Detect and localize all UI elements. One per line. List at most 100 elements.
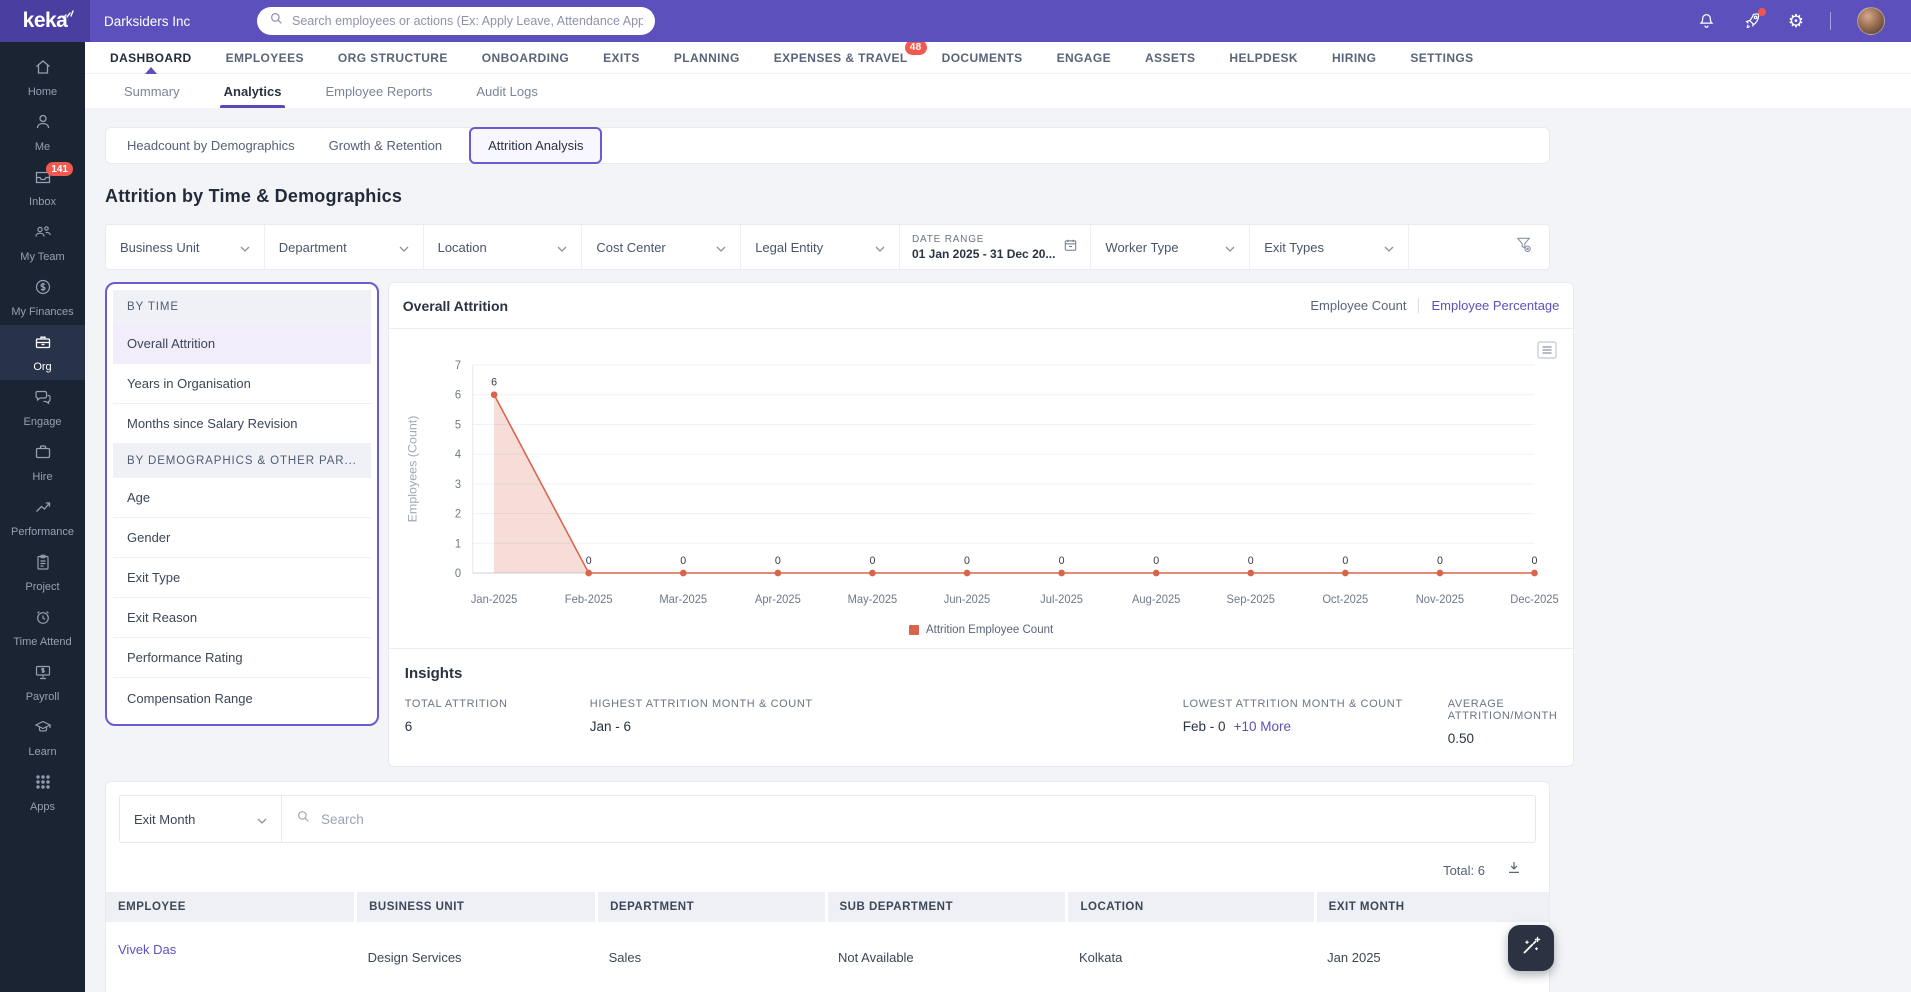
sidebar-item-time-attend[interactable]: Time Attend: [0, 600, 85, 655]
tab-growth-retention[interactable]: Growth & Retention: [312, 138, 459, 153]
sidebar-item-learn[interactable]: Learn: [0, 710, 85, 765]
sidebar-item-my-team[interactable]: My Team: [0, 215, 85, 270]
whats-new-rocket-icon[interactable]: [1742, 8, 1766, 31]
sidebar-item-me[interactable]: Me: [0, 105, 85, 160]
nav-engage[interactable]: ENGAGE: [1040, 42, 1128, 74]
employee-name-link[interactable]: Vivek Das: [106, 922, 356, 979]
toggle-employee-percentage[interactable]: Employee Percentage: [1431, 298, 1559, 313]
panel-item-exit-type[interactable]: Exit Type: [113, 558, 371, 598]
filter-department[interactable]: Department: [265, 225, 424, 269]
filter-date-range[interactable]: DATE RANGE 01 Jan 2025 - 31 Dec 20...: [900, 225, 1092, 269]
filter-worker-type[interactable]: Worker Type: [1091, 225, 1251, 269]
chevron-down-icon: [1384, 240, 1394, 255]
nav-onboarding[interactable]: ONBOARDING: [465, 42, 586, 74]
svg-text:Employees (Count): Employees (Count): [405, 416, 419, 523]
more-months-link[interactable]: +10 More: [1234, 719, 1291, 734]
nav-documents[interactable]: DOCUMENTS: [925, 42, 1040, 74]
project-icon: [33, 552, 53, 577]
svg-text:Feb-2025: Feb-2025: [565, 594, 613, 606]
sidebar-item-payroll[interactable]: Payroll: [0, 655, 85, 710]
attrition-chart: 0 1 2 3 4 5 6 7 6 Jan-2025 0 Feb-2025 0 Mar-2025 0 Apr-…: [405, 360, 1558, 606]
nav-hiring[interactable]: HIRING: [1315, 42, 1393, 74]
table-search[interactable]: [282, 796, 1535, 842]
keka-logo[interactable]: keka: [0, 0, 90, 42]
notifications-bell-icon[interactable]: [1697, 12, 1716, 31]
panel-item-age[interactable]: Age: [113, 478, 371, 518]
col-business-unit[interactable]: BUSINESS UNIT: [355, 892, 599, 922]
panel-item-months-since-salary-revision[interactable]: Months since Salary Revision: [113, 404, 371, 444]
svg-text:6: 6: [455, 390, 461, 402]
company-name[interactable]: Darksiders Inc: [104, 14, 190, 29]
nav-settings[interactable]: SETTINGS: [1393, 42, 1490, 74]
chart-legend[interactable]: Attrition Employee Count: [399, 622, 1564, 648]
sidebar-item-apps[interactable]: Apps: [0, 765, 85, 820]
col-exit-month[interactable]: EXIT MONTH: [1315, 892, 1549, 922]
page-title: Attrition by Time & Demographics: [105, 186, 403, 206]
global-search-input[interactable]: [292, 14, 643, 28]
panel-item-years-in-organisation[interactable]: Years in Organisation: [113, 364, 371, 404]
chart-context-menu-icon[interactable]: [1537, 341, 1557, 364]
ai-assistant-wand-button[interactable]: [1508, 925, 1554, 971]
nav-dashboard[interactable]: DASHBOARD: [93, 42, 209, 74]
tab-employee-reports[interactable]: Employee Reports: [305, 74, 452, 108]
col-sub-department[interactable]: SUB DEPARTMENT: [826, 892, 1069, 922]
sidebar-item-inbox[interactable]: 141 Inbox: [0, 160, 85, 215]
table-filter-exit-month[interactable]: Exit Month: [120, 796, 282, 842]
sidebar-item-home[interactable]: Home: [0, 50, 85, 105]
top-bar: keka Darksiders Inc ⚙: [0, 0, 1911, 42]
rocket-notification-dot: [1757, 8, 1766, 16]
performance-icon: [33, 497, 53, 522]
panel-item-gender[interactable]: Gender: [113, 518, 371, 558]
panel-item-exit-reason[interactable]: Exit Reason: [113, 598, 371, 638]
insight-average-attrition: AVERAGE ATTRITION/MONTH 0.50: [1447, 698, 1558, 746]
keka-spark-icon: [61, 7, 74, 25]
legend-label: Attrition Employee Count: [925, 624, 1054, 636]
col-employee[interactable]: EMPLOYEE: [106, 892, 358, 922]
sidebar-item-org[interactable]: Org: [0, 325, 85, 380]
tab-analytics[interactable]: Analytics: [204, 74, 302, 108]
filter-location[interactable]: Location: [424, 225, 583, 269]
settings-gear-icon[interactable]: ⚙: [1788, 12, 1804, 30]
filter-cost-center[interactable]: Cost Center: [582, 225, 742, 269]
svg-text:2: 2: [455, 508, 461, 520]
table-search-input[interactable]: [321, 811, 1521, 827]
nav-helpdesk[interactable]: HELPDESK: [1212, 42, 1315, 74]
nav-planning[interactable]: PLANNING: [657, 42, 757, 74]
chevron-down-icon: [240, 240, 250, 255]
svg-text:0: 0: [586, 555, 592, 567]
tab-headcount-by-demographics[interactable]: Headcount by Demographics: [110, 138, 312, 153]
nav-employees[interactable]: EMPLOYEES: [209, 42, 321, 74]
svg-text:0: 0: [1058, 555, 1064, 567]
user-avatar[interactable]: [1857, 7, 1885, 35]
filter-exit-types[interactable]: Exit Types: [1250, 225, 1410, 269]
nav-assets[interactable]: ASSETS: [1128, 42, 1212, 74]
attrition-metric-panel: BY TIME Overall Attrition Years in Organ…: [105, 282, 379, 726]
tab-attrition-analysis[interactable]: Attrition Analysis: [469, 127, 603, 164]
nav-exits[interactable]: EXITS: [586, 42, 657, 74]
col-department[interactable]: DEPARTMENT: [596, 892, 828, 922]
global-search[interactable]: [257, 7, 655, 35]
svg-text:3: 3: [455, 479, 461, 491]
tab-summary[interactable]: Summary: [104, 74, 200, 108]
panel-item-performance-rating[interactable]: Performance Rating: [113, 638, 371, 678]
sidebar-item-performance[interactable]: Performance: [0, 490, 85, 545]
panel-item-compensation-range[interactable]: Compensation Range: [113, 678, 371, 718]
sidebar-item-engage[interactable]: Engage: [0, 380, 85, 435]
chevron-down-icon: [257, 812, 267, 827]
filter-business-unit[interactable]: Business Unit: [106, 225, 265, 269]
tab-audit-logs[interactable]: Audit Logs: [456, 74, 557, 108]
clear-filters-button[interactable]: [1409, 225, 1549, 269]
download-icon[interactable]: [1505, 859, 1523, 882]
sidebar-item-my-finances[interactable]: My Finances: [0, 270, 85, 325]
filter-legal-entity[interactable]: Legal Entity: [741, 225, 900, 269]
nav-expenses-travel[interactable]: EXPENSES & TRAVEL 48: [757, 39, 927, 74]
svg-text:Apr-2025: Apr-2025: [755, 594, 801, 606]
sidebar-item-project[interactable]: Project: [0, 545, 85, 600]
nav-org-structure[interactable]: ORG STRUCTURE: [321, 42, 465, 74]
toggle-employee-count[interactable]: Employee Count: [1310, 298, 1406, 313]
col-location[interactable]: LOCATION: [1066, 892, 1317, 922]
secondary-nav: Summary Analytics Employee Reports Audit…: [85, 74, 1911, 108]
chevron-down-icon: [1225, 240, 1235, 255]
panel-item-overall-attrition[interactable]: Overall Attrition: [113, 324, 371, 364]
sidebar-item-hire[interactable]: Hire: [0, 435, 85, 490]
